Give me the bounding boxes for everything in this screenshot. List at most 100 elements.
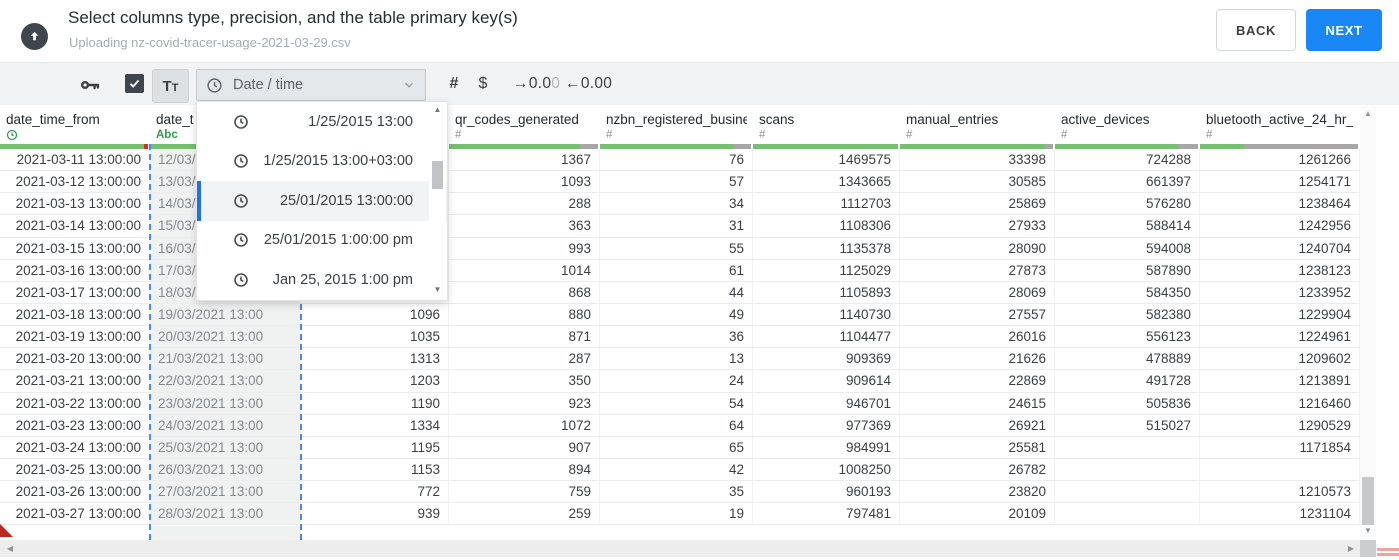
left-arrow-icon: ← xyxy=(565,75,581,92)
table-cell: 923 xyxy=(449,392,600,414)
table-cell: 27/03/2021 13:00 xyxy=(150,481,301,503)
table-cell: 1104477 xyxy=(753,326,900,348)
column-name: date_t xyxy=(156,112,194,127)
decrease-decimal-button[interactable]: ← 0.00 xyxy=(565,74,612,94)
table-cell: 505836 xyxy=(1055,392,1200,414)
dropdown-scrollbar[interactable]: ▲ ▼ xyxy=(429,103,446,299)
table-cell: 21/03/2021 13:00 xyxy=(150,348,301,370)
table-cell: 19/03/2021 13:00 xyxy=(150,303,301,326)
table-cell: 1238123 xyxy=(1200,259,1360,281)
table-cell: 1334 xyxy=(301,414,449,436)
table-cell: 2021-03-20 13:00:00 xyxy=(0,348,150,370)
column-name: manual_entries xyxy=(906,112,999,127)
table-cell: 2021-03-16 13:00:00 xyxy=(0,259,150,281)
dropdown-item[interactable]: 1/25/2015 13:00+03:00 xyxy=(197,142,447,182)
dropdown-item[interactable]: 1/25/2015 13:00 xyxy=(197,102,447,142)
table-cell: 1209602 xyxy=(1200,348,1360,370)
column-header[interactable]: nzbn_registered_busine # xyxy=(600,105,753,144)
vertical-scrollbar-thumb[interactable] xyxy=(1362,477,1374,525)
column-type-select[interactable]: Date / time xyxy=(196,69,426,101)
table-cell: 797481 xyxy=(753,503,900,525)
table-cell: 587890 xyxy=(1055,259,1200,281)
table-cell: 556123 xyxy=(1055,326,1200,348)
number-type-icon: # xyxy=(606,129,613,141)
clock-icon xyxy=(233,232,249,248)
horizontal-scrollbar[interactable]: ◀ ▶ xyxy=(0,540,1360,557)
chevron-down-icon xyxy=(402,78,416,92)
table-cell: 35 xyxy=(600,481,753,503)
scroll-down-icon[interactable]: ▼ xyxy=(429,285,446,299)
back-button[interactable]: BACK xyxy=(1216,9,1296,51)
table-cell: 26016 xyxy=(900,326,1055,348)
table-cell: 28/03/2021 13:00 xyxy=(150,503,301,525)
table-cell: 1238464 xyxy=(1200,193,1360,215)
column-header[interactable]: bluetooth_active_24_hr_ # xyxy=(1200,105,1360,144)
table-cell: 909614 xyxy=(753,370,900,392)
table-cell: 24 xyxy=(600,370,753,392)
dropdown-scrollbar-thumb[interactable] xyxy=(432,161,443,189)
table-cell: 2021-03-19 13:00:00 xyxy=(0,326,150,348)
dropdown-item[interactable]: Jan 25, 2015 1:00 pm xyxy=(197,260,447,300)
column-header[interactable]: active_devices # xyxy=(1055,105,1200,144)
table-cell: 363 xyxy=(449,215,600,237)
number-type-button[interactable]: # xyxy=(444,73,464,95)
text-format-button[interactable]: Tt xyxy=(152,69,189,103)
table-cell: 22/03/2021 13:00 xyxy=(150,370,301,392)
column-header[interactable]: date_time_from xyxy=(0,105,150,144)
scroll-down-icon[interactable]: ▼ xyxy=(1360,526,1376,540)
table-cell: 1254171 xyxy=(1200,171,1360,193)
table-cell: 977369 xyxy=(753,414,900,436)
column-header[interactable]: scans # xyxy=(753,105,900,144)
column-header[interactable]: manual_entries # xyxy=(900,105,1055,144)
table-cell: 25581 xyxy=(900,436,1055,458)
table-cell: 939 xyxy=(301,503,449,525)
table-cell: 1190 xyxy=(301,392,449,414)
next-button[interactable]: NEXT xyxy=(1306,9,1382,51)
vertical-scrollbar[interactable]: ▲ ▼ xyxy=(1360,105,1376,540)
table-cell: 880 xyxy=(449,303,600,326)
selected-column-extension xyxy=(150,526,301,540)
table-cell: 259 xyxy=(449,503,600,525)
date-format-dropdown-menu: 1/25/2015 13:00 1/25/2015 13:00+03:00 25/0… xyxy=(196,101,448,301)
scroll-left-icon[interactable]: ◀ xyxy=(2,541,18,556)
table-cell xyxy=(1055,503,1200,525)
table-cell: 57 xyxy=(600,171,753,193)
table-cell: 76 xyxy=(600,149,753,171)
table-cell: 23820 xyxy=(900,481,1055,503)
scroll-up-icon[interactable]: ▲ xyxy=(429,105,446,119)
table-cell: 993 xyxy=(449,237,600,259)
table-cell: 1210573 xyxy=(1200,481,1360,503)
table-cell: 21626 xyxy=(900,348,1055,370)
table-cell: 24/03/2021 13:00 xyxy=(150,414,301,436)
column-header[interactable]: qr_codes_generated # xyxy=(449,105,600,144)
column-name: scans xyxy=(759,112,795,127)
table-cell: 1135378 xyxy=(753,237,900,259)
scroll-up-icon[interactable]: ▲ xyxy=(1360,109,1376,123)
table-cell: 26/03/2021 13:00 xyxy=(150,458,301,481)
table-row: 2021-03-25 13:00:00 26/03/2021 13:00 1153 8… xyxy=(0,458,1360,482)
table-cell: 288 xyxy=(449,193,600,215)
scroll-right-icon[interactable]: ▶ xyxy=(1343,541,1359,556)
primary-key-icon[interactable] xyxy=(78,73,102,96)
table-cell: 1072 xyxy=(449,414,600,436)
table-row: 2021-03-22 13:00:00 23/03/2021 13:00 1190 9… xyxy=(0,392,1360,415)
table-cell: 946701 xyxy=(753,392,900,414)
table-cell: 25869 xyxy=(900,193,1055,215)
table-row: 2021-03-27 13:00:00 28/03/2021 13:00 939 25… xyxy=(0,503,1360,526)
table-row: 2021-03-19 13:00:00 20/03/2021 13:00 1035 8… xyxy=(0,326,1360,349)
dropdown-item[interactable]: 25/01/2015 1:00:00 pm xyxy=(197,221,447,261)
scrollbar-corner xyxy=(1360,540,1376,557)
table-cell: 27557 xyxy=(900,303,1055,326)
column-type-select-value: Date / time xyxy=(233,77,304,93)
currency-type-button[interactable]: $ xyxy=(474,73,492,95)
clock-icon xyxy=(206,77,223,94)
table-cell: 54 xyxy=(600,392,753,414)
table-cell: 27933 xyxy=(900,215,1055,237)
table-row: 2021-03-26 13:00:00 27/03/2021 13:00 772 75… xyxy=(0,481,1360,504)
table-cell: 2021-03-24 13:00:00 xyxy=(0,436,150,458)
increase-decimal-button[interactable]: → 0.0 0 xyxy=(513,74,560,94)
table-cell: 1343665 xyxy=(753,171,900,193)
table-cell: 1231104 xyxy=(1200,503,1360,525)
dropdown-item[interactable]: 25/01/2015 13:00:00 xyxy=(197,181,447,221)
include-column-checkbox[interactable] xyxy=(125,74,144,93)
